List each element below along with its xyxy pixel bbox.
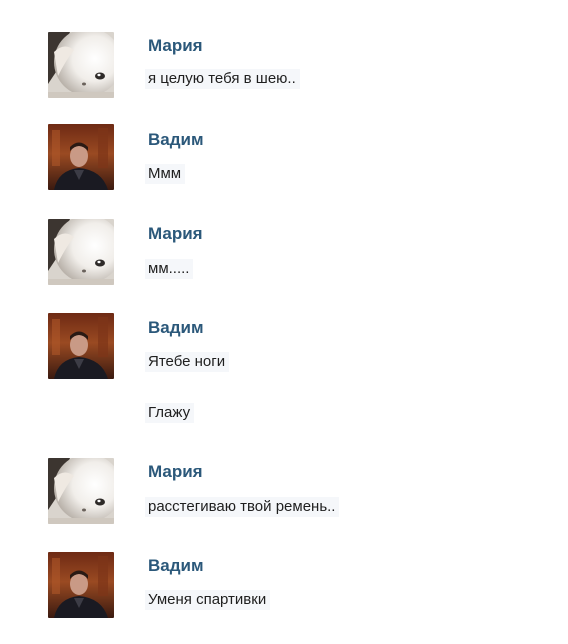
chat-history: Мария я целую тебя в шею.. Вадим Ммм Мар… — [0, 0, 568, 644]
message-text: расстегиваю твой ремень.. — [145, 497, 340, 517]
message-author[interactable]: Мария — [148, 462, 203, 482]
vadim-avatar[interactable] — [48, 313, 114, 379]
message-text: Уменя спартивки — [145, 590, 271, 610]
message-text-continuation: Глажу — [145, 403, 195, 423]
message-author[interactable]: Мария — [148, 224, 203, 244]
message-author[interactable]: Вадим — [148, 130, 204, 150]
message-text: Ммм — [145, 164, 186, 184]
message-text: мм..... — [145, 259, 194, 279]
maria-avatar[interactable] — [48, 219, 114, 285]
vadim-avatar[interactable] — [48, 124, 114, 190]
message-author[interactable]: Вадим — [148, 318, 204, 338]
message-text: я целую тебя в шею.. — [145, 69, 300, 89]
message-author[interactable]: Вадим — [148, 556, 204, 576]
maria-avatar[interactable] — [48, 32, 114, 98]
message-text: Ятебе ноги — [145, 352, 230, 372]
maria-avatar[interactable] — [48, 458, 114, 524]
message-author[interactable]: Мария — [148, 36, 203, 56]
vadim-avatar[interactable] — [48, 552, 114, 618]
